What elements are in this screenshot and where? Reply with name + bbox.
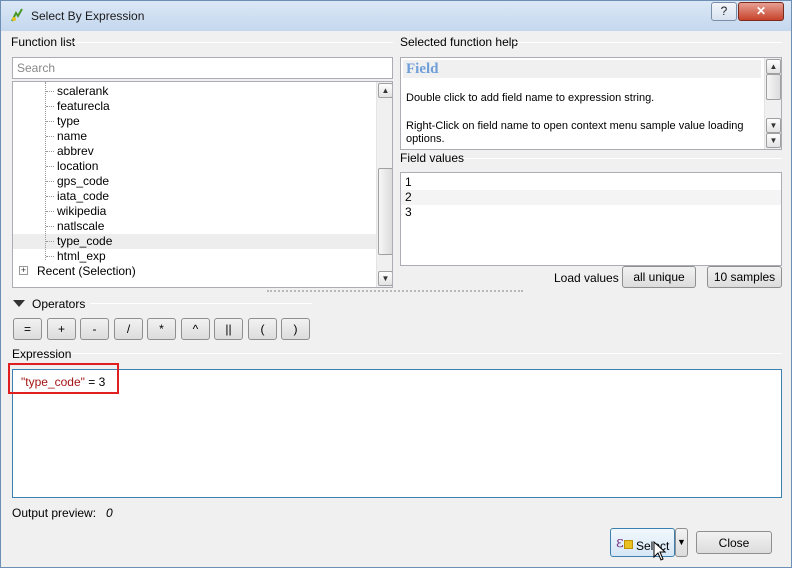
operator-open-paren-button[interactable]: ( <box>248 318 277 340</box>
ten-samples-button[interactable]: 10 samples <box>707 266 782 288</box>
operators-divider <box>90 303 312 304</box>
tree-field-item[interactable]: name <box>13 129 376 144</box>
tree-field-item[interactable]: featurecla <box>13 99 376 114</box>
tree-field-item[interactable]: location <box>13 159 376 174</box>
select-star-icon <box>624 540 633 549</box>
help-title: Field <box>403 60 761 78</box>
all-unique-button[interactable]: all unique <box>622 266 696 288</box>
close-window-button[interactable]: ✕ <box>738 2 784 21</box>
help-scroll-down-icon[interactable]: ▼ <box>766 118 781 133</box>
help-text-line2: Right-Click on field name to open contex… <box>406 120 744 145</box>
select-by-expression-dialog: Select By Expression ? ✕ Function list h… <box>0 0 792 568</box>
operator-concat-button[interactable]: || <box>214 318 243 340</box>
expression-editor[interactable]: "type_code" = 3 <box>12 369 782 498</box>
function-tree-scrollbar[interactable]: ▲ ▼ <box>376 82 392 287</box>
function-tree-items: html_exp type_code natlscale wikipedia iata_… <box>13 82 376 287</box>
function-tree: html_exp type_code natlscale wikipedia iata_… <box>12 81 393 288</box>
tree-field-item[interactable]: natlscale <box>13 219 376 234</box>
field-values-label: Field values <box>400 151 465 165</box>
tree-field-item[interactable]: type <box>13 114 376 129</box>
tree-field-label: location <box>57 159 99 173</box>
expand-recent-icon[interactable]: + <box>19 266 28 275</box>
tree-branch-line <box>46 241 54 242</box>
load-values-label: Load values <box>554 271 619 285</box>
tree-field-item[interactable]: abbrev <box>13 144 376 159</box>
help-scroll-thumb[interactable] <box>766 74 781 100</box>
operator-divide-button[interactable]: / <box>114 318 143 340</box>
tree-branch-line <box>46 121 54 122</box>
tree-field-item[interactable]: type_code <box>13 234 376 249</box>
tree-field-item[interactable]: gps_code <box>13 174 376 189</box>
splitter-handle[interactable] <box>267 290 523 292</box>
scroll-up-icon[interactable]: ▲ <box>378 83 392 98</box>
qgis-app-icon <box>11 8 23 22</box>
function-help-panel: Field Double click to add field name to … <box>400 57 782 150</box>
tree-field-label: name <box>57 129 88 143</box>
operator-close-paren-button[interactable]: ) <box>281 318 310 340</box>
field-values-divider <box>463 158 782 159</box>
tree-field-label: gps_code <box>57 174 110 188</box>
function-search-input[interactable] <box>12 57 393 79</box>
tree-branch-line <box>46 106 54 107</box>
scroll-thumb[interactable] <box>378 168 392 255</box>
window-title: Select By Expression <box>31 9 145 23</box>
list-item[interactable]: 1 <box>401 175 781 190</box>
tree-field-label: scalerank <box>57 84 109 98</box>
tree-branch-line <box>46 181 54 182</box>
help-text-line1: Double click to add field name to expres… <box>406 92 655 104</box>
operator-minus-button[interactable]: - <box>80 318 109 340</box>
tree-branch-line <box>46 151 54 152</box>
field-values-list: 1 2 3 <box>400 172 782 266</box>
function-list-label: Function list <box>11 35 76 49</box>
help-scroll-down2-icon[interactable]: ▼ <box>766 133 781 148</box>
collapse-operators-icon[interactable] <box>13 300 25 307</box>
tree-field-label: html_exp <box>57 249 106 263</box>
tree-field-label: abbrev <box>57 144 94 158</box>
operators-label: Operators <box>32 297 86 311</box>
tree-field-label: featurecla <box>57 99 110 113</box>
tree-branch-line <box>46 91 54 92</box>
tree-field-item[interactable]: scalerank <box>13 84 376 99</box>
list-item[interactable]: 2 <box>401 190 781 205</box>
tree-branch-line <box>46 256 54 257</box>
operator-equals-button[interactable]: = <box>13 318 42 340</box>
tree-guide-line <box>45 82 46 260</box>
tree-branch-line <box>46 196 54 197</box>
title-bar: Select By Expression ? ✕ <box>1 1 791 31</box>
list-item[interactable]: 3 <box>401 205 781 220</box>
tree-branch-line <box>46 211 54 212</box>
annotation-highlight-box <box>8 363 119 394</box>
tree-field-label: type <box>57 114 80 128</box>
tree-field-label: type_code <box>57 234 113 248</box>
dropdown-arrow-icon: ▼ <box>677 537 686 547</box>
scroll-down-icon[interactable]: ▼ <box>378 271 392 286</box>
select-dropdown-button[interactable]: ▼ <box>675 528 688 557</box>
function-help-divider <box>513 42 782 43</box>
tree-branch-line <box>46 136 54 137</box>
tree-branch-line <box>46 166 54 167</box>
expression-divider <box>71 353 782 354</box>
tree-field-item[interactable]: iata_code <box>13 189 376 204</box>
tree-field-item[interactable]: wikipedia <box>13 204 376 219</box>
function-list-divider <box>73 42 393 43</box>
help-scroll-up-icon[interactable]: ▲ <box>766 59 781 74</box>
operator-plus-button[interactable]: + <box>47 318 76 340</box>
tree-branch-line <box>46 226 54 227</box>
mouse-cursor-icon <box>653 541 667 561</box>
operator-power-button[interactable]: ^ <box>181 318 210 340</box>
tree-field-label: wikipedia <box>57 204 107 218</box>
output-preview-label: Output preview: <box>12 506 97 520</box>
expression-label: Expression <box>12 347 72 361</box>
tree-group-recent[interactable]: Recent (Selection) <box>37 264 136 278</box>
tree-field-label: natlscale <box>57 219 105 233</box>
tree-field-label: iata_code <box>57 189 110 203</box>
function-help-label: Selected function help <box>400 35 519 49</box>
operator-multiply-button[interactable]: * <box>147 318 176 340</box>
expression-icon: ε <box>616 533 624 551</box>
output-preview-value: 0 <box>106 506 113 520</box>
help-button[interactable]: ? <box>711 2 737 21</box>
tree-field-item[interactable]: html_exp <box>13 249 376 264</box>
help-scrollbar[interactable]: ▲ ▼ ▼ <box>764 58 781 149</box>
close-button[interactable]: Close <box>696 531 772 554</box>
